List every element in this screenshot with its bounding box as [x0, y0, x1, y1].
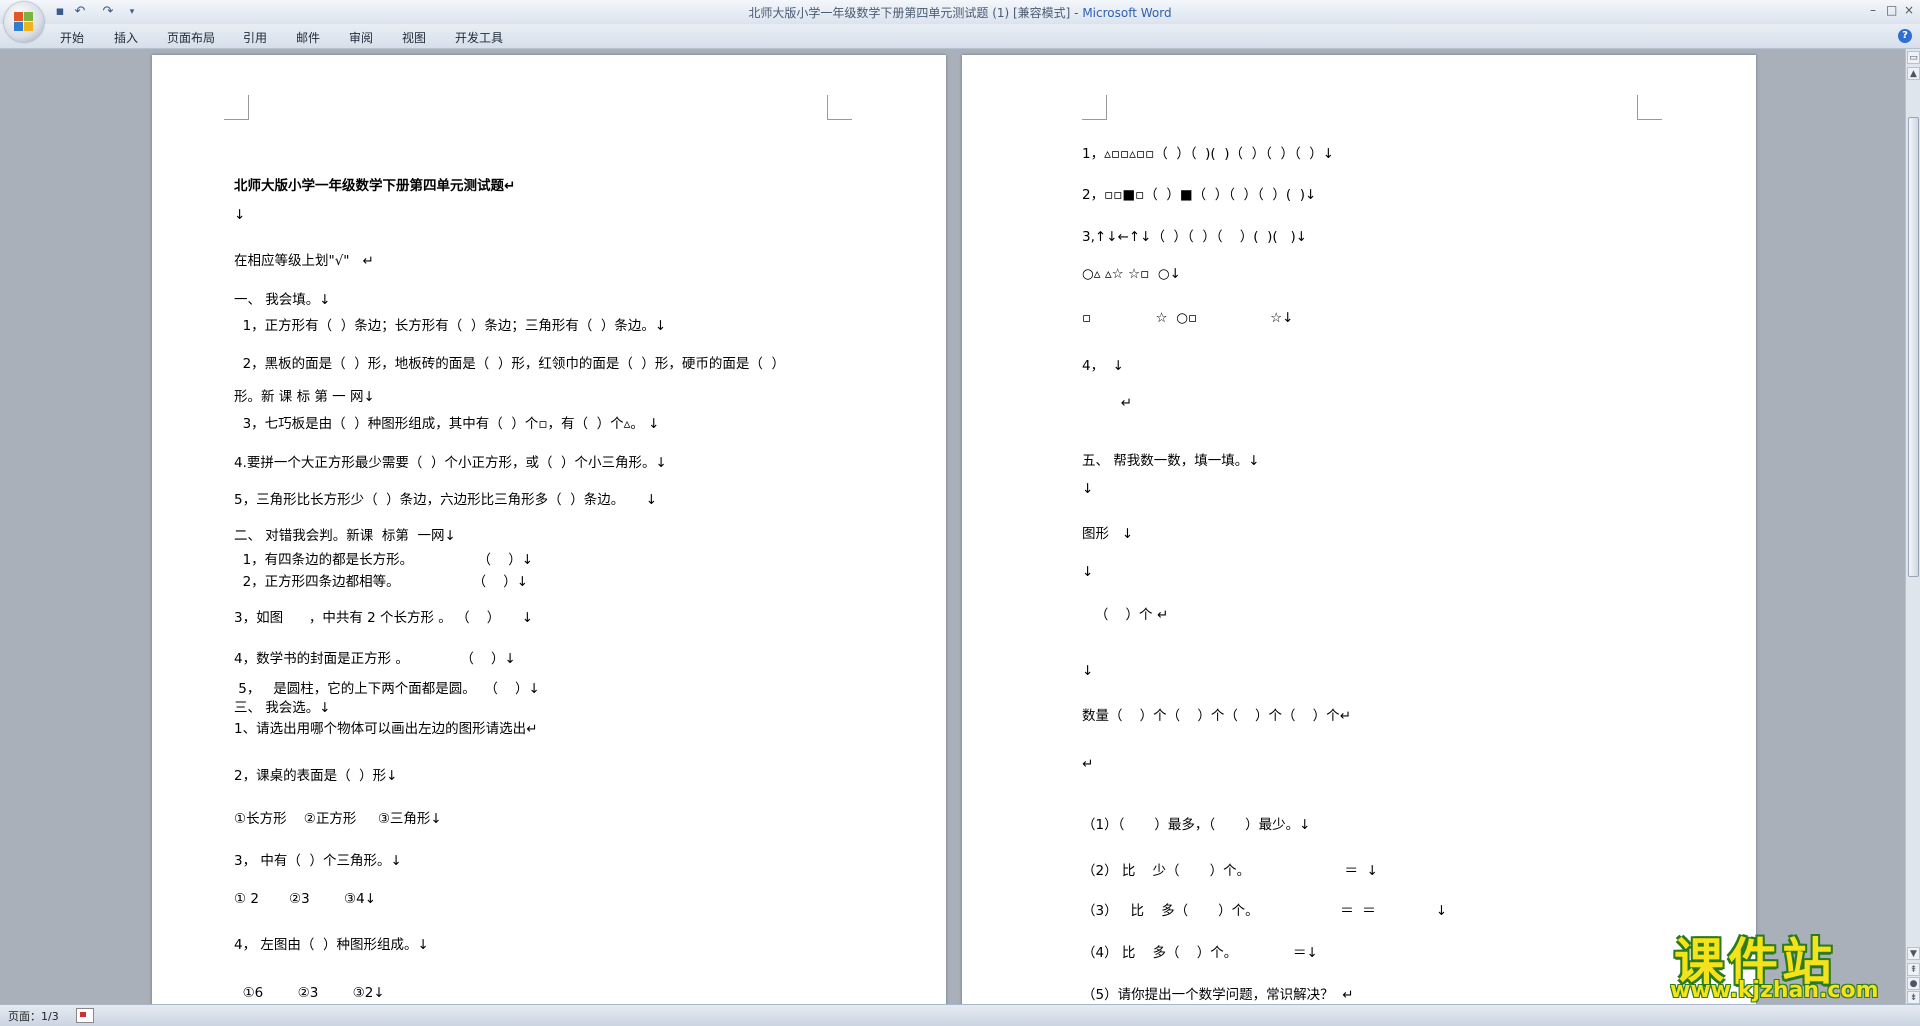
document-text-line: 1，有四条边的都是长方形。 （ ）↓ [234, 552, 534, 568]
document-text-line: 2，正方形四条边都相等。 （ ）↓ [234, 574, 529, 590]
tab-page-layout[interactable]: 页面布局 [167, 29, 215, 46]
document-text-line: 3，如图 ，中共有 2 个长方形 。 （ ） ↓ [234, 610, 534, 626]
document-text-line: 5，三角形比长方形少（ ）条边，六边形比三角形多（ ）条边。 ↓ [234, 492, 658, 508]
ribbon-tabs: 开始 插入 页面布局 引用 邮件 审阅 视图 开发工具 ? [0, 24, 1920, 49]
document-text-line: 2，▫▫■▫（ ）■（ ）（ ）（ ）( )↓ [1082, 187, 1317, 203]
document-page-2[interactable]: 1，▵▫▫▵▫▫（ ）（ )( )（ ）（ ）（ ）↓ 2，▫▫■▫（ ）■（ ）… [962, 55, 1756, 1004]
document-text-line: （3） 比 多（ ）个。 ＝ ＝ ↓ [1082, 903, 1448, 919]
document-text-line: 2，黑板的面是（ ）形，地板砖的面是（ ）形，红领巾的面是（ ）形，硬币的面是（… [234, 356, 786, 372]
document-text-line: 4.要拼一个大正方形最少需要（ ）个小正方形，或（ ）个小三角形。↓ [234, 455, 667, 471]
document-text-line: 形。新 课 标 第 一 网↓ [234, 389, 375, 405]
document-text-line: 在相应等级上划"√" ↵ [234, 253, 374, 269]
document-text-line: ①6 ②3 ③2↓ [234, 985, 385, 1001]
document-text-line: 一、 我会填。↓ [234, 292, 331, 308]
previous-page-icon[interactable]: ⇞ [1907, 963, 1920, 976]
document-text-line: （ ）个 ↵ [1082, 607, 1169, 623]
document-text-line: ①长方形 ②正方形 ③三角形↓ [234, 811, 442, 827]
tab-home[interactable]: 开始 [60, 29, 84, 46]
document-text-line: ↓ [234, 207, 246, 223]
document-text-line: （2） 比 少（ ）个。 ＝ ↓ [1082, 863, 1378, 879]
vertical-scrollbar[interactable]: ▭ ▲ ▼ ⇞ ● ⇟ [1905, 49, 1920, 1004]
document-text-line: ① 2 ②3 ③4↓ [234, 891, 377, 907]
document-text-line: 4， 左图由（ ）种图形组成。↓ [234, 937, 429, 953]
crop-mark [224, 95, 249, 120]
document-text-line: 4， ↓ [1082, 358, 1124, 374]
document-text-line: ↓ [1082, 663, 1094, 679]
document-text-line: ↵ [1082, 395, 1132, 411]
document-text-line: 3,↑↓←↑↓（ ）（ ）（ ）( )( )↓ [1082, 229, 1308, 245]
tab-references[interactable]: 引用 [243, 29, 267, 46]
close-button[interactable]: × [1904, 3, 1914, 17]
tab-developer[interactable]: 开发工具 [455, 29, 503, 46]
window-title: 北师大版小学一年级数学下册第四单元测试题 (1) [兼容模式] - Micros… [748, 6, 1172, 20]
document-heading: 北师大版小学一年级数学下册第四单元测试题↵ [234, 178, 516, 194]
document-text-line: 1、请选出用哪个物体可以画出左边的图形请选出↵ [234, 721, 538, 737]
document-text-line: ↓ [1082, 481, 1094, 497]
scroll-up-icon[interactable]: ▲ [1907, 67, 1920, 80]
crop-mark [1637, 95, 1662, 120]
help-icon[interactable]: ? [1898, 29, 1912, 43]
maximize-button[interactable]: □ [1886, 3, 1897, 17]
document-text-line: （1）（ ）最多，（ ）最少。↓ [1082, 817, 1311, 833]
scroll-down-icon[interactable]: ▼ [1907, 947, 1920, 960]
title-bar: ▪ ↶ ↷ ▾ 北师大版小学一年级数学下册第四单元测试题 (1) [兼容模式] … [0, 0, 1920, 42]
document-text-line: 图形 ↓ [1082, 526, 1134, 542]
proofing-status-icon[interactable] [76, 1008, 94, 1023]
document-area: 北师大版小学一年级数学下册第四单元测试题↵ ↓ 在相应等级上划"√" ↵ 一、 我会填… [0, 49, 1905, 1004]
document-text-line: 二、 对错我会判。新课 标第 一网↓ [234, 528, 456, 544]
ruler-toggle-icon[interactable]: ▭ [1907, 51, 1920, 64]
document-text-line: 三、 我会选。↓ [234, 700, 331, 716]
document-text-line: ↵ [1082, 756, 1094, 772]
watermark-logo: 课件站 www.kjzhan.com [1668, 922, 1890, 1003]
document-text-line: ○▵ ▵☆ ☆▫ ○↓ [1082, 266, 1181, 282]
office-logo-icon [14, 12, 34, 32]
tab-view[interactable]: 视图 [402, 29, 426, 46]
document-text-line: 3，七巧板是由（ ）种图形组成，其中有（ ）个▫，有（ ）个▵。 ↓ [234, 416, 660, 432]
scroll-thumb[interactable] [1908, 117, 1919, 577]
document-page-1[interactable]: 北师大版小学一年级数学下册第四单元测试题↵ ↓ 在相应等级上划"√" ↵ 一、 我会填… [152, 55, 946, 1004]
document-text-line: （5）请你提出一个数学问题，常识解决？ ↵ [1082, 987, 1354, 1003]
document-text-line: ↓ [1082, 564, 1094, 580]
document-text-line: 1，▵▫▫▵▫▫（ ）（ )( )（ ）（ ）（ ）↓ [1082, 146, 1335, 162]
tab-mailings[interactable]: 邮件 [296, 29, 320, 46]
document-text-line: 2，课桌的表面是（ ）形↓ [234, 768, 398, 784]
watermark-url: www.kjzhan.com [1670, 978, 1879, 1003]
document-text-line: 1，正方形有（ ）条边；长方形有（ ）条边；三角形有（ ）条边。↓ [234, 318, 667, 334]
tab-insert[interactable]: 插入 [114, 29, 138, 46]
tab-review[interactable]: 审阅 [349, 29, 373, 46]
document-text-line: 5， 是圆柱，它的上下两个面都是圆。 （ ）↓ [234, 681, 540, 697]
status-bar: 页面：1/3 [0, 1004, 1920, 1026]
crop-mark [1082, 95, 1107, 120]
crop-mark [827, 95, 852, 120]
document-text-line: 4，数学书的封面是正方形 。 （ ）↓ [234, 651, 516, 667]
office-button[interactable] [4, 2, 44, 42]
minimize-button[interactable]: – [1870, 3, 1876, 17]
document-text-line: （4） 比 多（ ）个。 ＝↓ [1082, 945, 1318, 961]
document-text-line: 数量（ ）个（ ）个（ ）个（ ）个↵ [1082, 708, 1351, 724]
document-text-line: 五、 帮我数一数，填一填。↓ [1082, 453, 1260, 469]
next-page-icon[interactable]: ⇟ [1907, 991, 1920, 1004]
page-count-status[interactable]: 页面：1/3 [8, 1008, 59, 1024]
browse-object-icon[interactable]: ● [1907, 977, 1920, 990]
document-text-line: ▫ ☆ ○▫ ☆↓ [1082, 310, 1294, 326]
document-text-line: 3， 中有（ ）个三角形。↓ [234, 853, 402, 869]
